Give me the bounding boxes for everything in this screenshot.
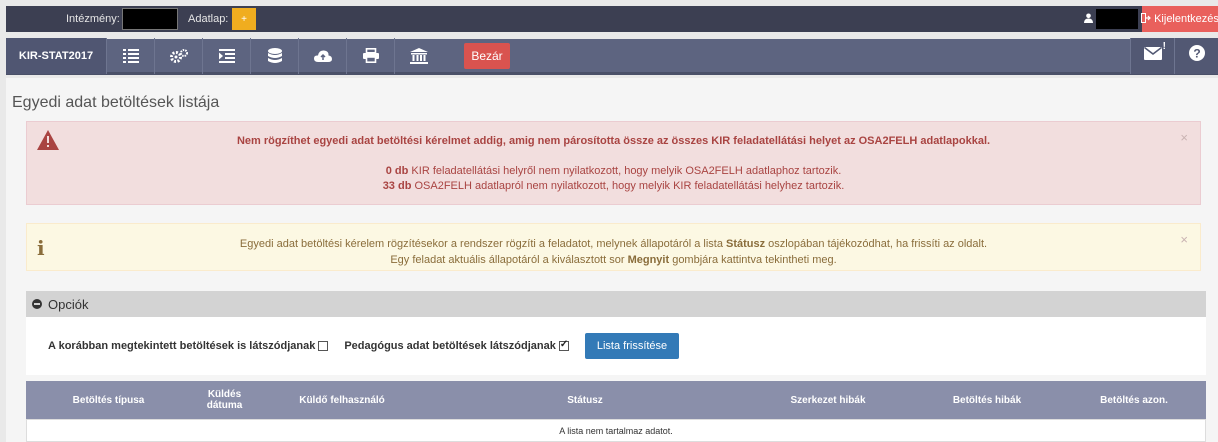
column-header[interactable]: Betöltés típusa (26, 381, 191, 419)
count-osa2felh: 33 db (382, 180, 412, 192)
options-panel-header[interactable]: Opciók (26, 291, 1206, 317)
count-kir: 0 db (385, 165, 409, 177)
logout-button[interactable]: Kijelentkezés (1141, 6, 1218, 32)
institution-icon[interactable] (394, 37, 442, 74)
option-teacher-data-checkbox[interactable] (558, 339, 569, 351)
option-teacher-data-label: Pedagógus adat betöltések látszódjanak (344, 340, 556, 352)
danger-alert-body: Nem rögzíthet egyedi adat betöltési kére… (27, 122, 1200, 204)
refresh-list-button[interactable]: Lista frissítése (584, 333, 680, 359)
list-icon[interactable] (106, 37, 154, 74)
sign-out-icon (1141, 12, 1151, 26)
print-icon[interactable] (346, 37, 394, 74)
envelope-icon (1143, 46, 1162, 65)
svg-text:?: ? (1193, 47, 1200, 61)
minus-circle-icon (32, 299, 42, 309)
datasheet-label: Adatlap: (188, 13, 229, 25)
column-header[interactable]: Szerkezet hibák (744, 381, 912, 419)
page-title: Egyedi adat betöltések listája (12, 94, 220, 111)
info-icon: i (37, 236, 45, 260)
options-panel-body: A korábban megtekintett betöltések is lá… (26, 317, 1206, 375)
column-header[interactable]: Betöltés hibák (912, 381, 1062, 419)
column-header[interactable]: Betöltés azon. (1062, 381, 1206, 419)
info-alert-body: Egyedi adat betöltési kérelem rögzítések… (27, 224, 1200, 270)
database-icon[interactable] (250, 37, 298, 74)
info-alert-line-2: Egy feladat aktuális állapotáról a kivál… (390, 254, 837, 266)
danger-alert-close-button[interactable]: × (1180, 130, 1188, 145)
question-icon: ? (1188, 45, 1205, 66)
option-previously-viewed-label: A korábban megtekintett betöltések is lá… (48, 340, 316, 352)
danger-alert-line-2: 33 db OSA2FELH adatlapról nem nyilatkozo… (382, 180, 845, 192)
messages-badge: ! (1162, 40, 1166, 52)
column-header[interactable]: Küldő felhasználó (258, 381, 426, 419)
table-empty-message: A lista nem tartalmaz adatot. (26, 419, 1206, 442)
column-header[interactable]: Küldés dátuma (191, 381, 258, 419)
main-content: Egyedi adat betöltések listája Nem rögzí… (6, 78, 1218, 442)
danger-alert-main-text: Nem rögzíthet egyedi adat betöltési kére… (236, 135, 991, 147)
help-button[interactable]: ? (1174, 37, 1218, 74)
user-icon (1080, 13, 1096, 26)
datasheet-add-button[interactable]: + (232, 8, 256, 30)
indent-icon[interactable] (202, 37, 250, 74)
top-bar: Intézmény: Adatlap: + Kijelentkezés (6, 6, 1218, 32)
cloud-upload-icon[interactable] (298, 37, 346, 74)
option-previously-viewed-checkbox[interactable] (318, 341, 329, 351)
institution-selector[interactable] (122, 8, 178, 30)
institution-label: Intézmény: (66, 13, 120, 25)
user-name (1096, 9, 1138, 29)
logout-label: Kijelentkezés (1154, 13, 1218, 25)
danger-alert-line-1: 0 db KIR feladatellátási helyről nem nyi… (385, 165, 842, 177)
info-alert-line-1: Egyedi adat betöltési kérelem rögzítések… (239, 238, 988, 250)
danger-alert: Nem rögzíthet egyedi adat betöltési kére… (26, 121, 1201, 205)
table-header: Betöltés típusa Küldés dátuma Küldő felh… (26, 381, 1206, 419)
main-toolbar: KIR-STAT2017 Bezár ! ? (6, 37, 1218, 75)
info-alert: i Egyedi adat betöltési kérelem rögzítés… (26, 223, 1201, 271)
gears-icon[interactable] (154, 37, 202, 74)
info-alert-close-button[interactable]: × (1180, 232, 1188, 247)
options-title: Opciók (48, 296, 89, 312)
messages-button[interactable]: ! (1130, 37, 1174, 74)
warning-triangle-icon (37, 130, 59, 156)
close-button[interactable]: Bezár (464, 42, 510, 69)
app-brand: KIR-STAT2017 (6, 37, 106, 74)
column-header[interactable]: Státusz (426, 381, 744, 419)
toolbar-right: ! ? (1130, 37, 1218, 74)
